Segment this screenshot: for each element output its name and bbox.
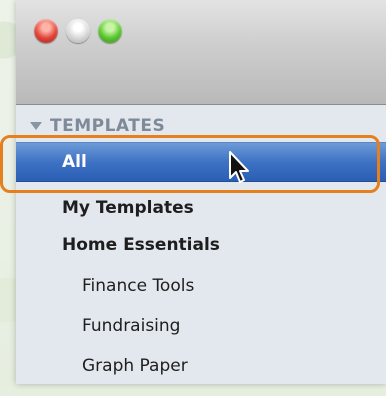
sidebar-item-label: Graph Paper (82, 356, 188, 376)
sidebar-item-label: Finance Tools (82, 276, 195, 296)
sidebar-item-my-templates[interactable]: My Templates (16, 189, 386, 227)
arrow-cursor-icon (229, 151, 249, 183)
sidebar: TEMPLATES All My Templates Home Essentia… (16, 105, 386, 384)
sidebar-item-label: My Templates (62, 198, 194, 218)
section-header-templates[interactable]: TEMPLATES (30, 115, 165, 137)
sidebar-item-graph-paper[interactable]: Graph Paper (16, 347, 386, 384)
sidebar-item-label: Fundraising (82, 316, 181, 336)
section-title: TEMPLATES (50, 116, 166, 136)
app-window: TEMPLATES All My Templates Home Essentia… (16, 0, 386, 384)
sidebar-item-label: Home Essentials (62, 235, 220, 255)
zoom-button[interactable] (98, 19, 122, 43)
minimize-button[interactable] (66, 19, 90, 43)
titlebar[interactable] (16, 0, 386, 105)
close-button[interactable] (34, 19, 58, 43)
sidebar-item-fundraising[interactable]: Fundraising (16, 307, 386, 345)
sidebar-item-all[interactable]: All (16, 142, 386, 182)
sidebar-item-home-essentials[interactable]: Home Essentials (16, 226, 386, 264)
disclosure-triangle-icon[interactable] (30, 122, 42, 130)
sidebar-item-label: All (62, 152, 87, 172)
sidebar-item-finance-tools[interactable]: Finance Tools (16, 267, 386, 305)
